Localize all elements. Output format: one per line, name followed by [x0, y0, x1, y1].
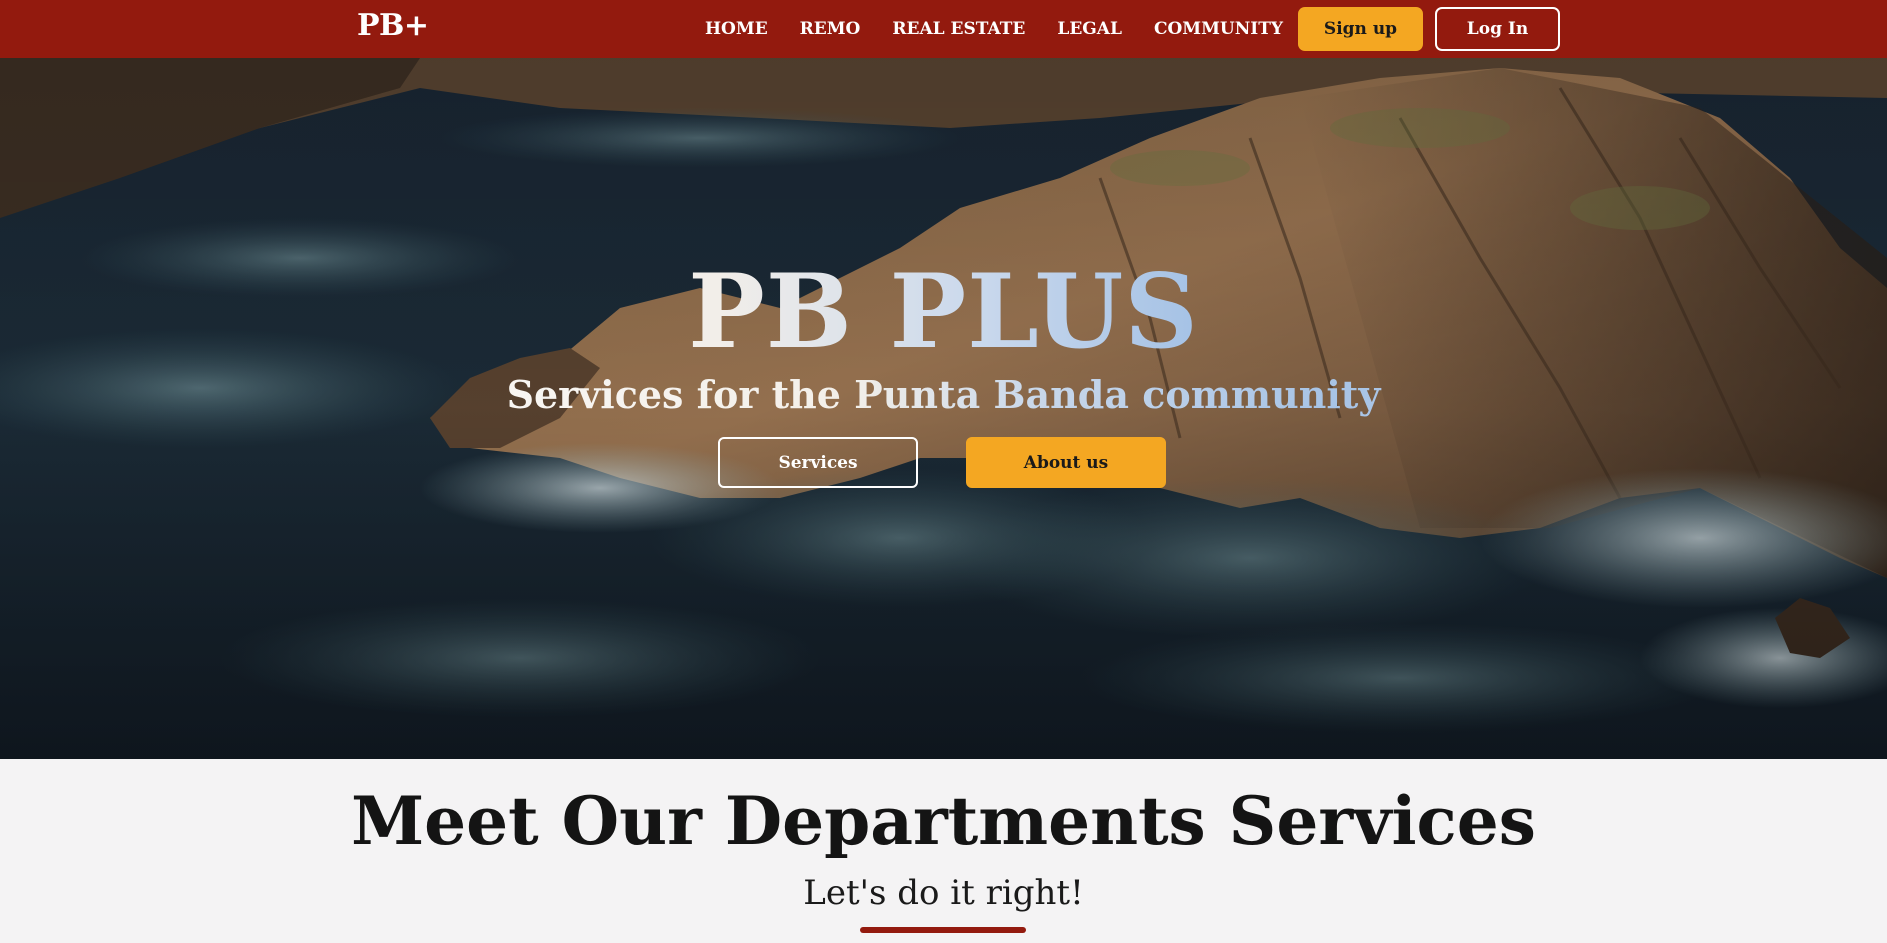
departments-title: Meet Our Departments Services — [351, 782, 1536, 860]
hero-section: PB PLUS Services for the Punta Banda com… — [0, 58, 1887, 759]
login-button[interactable]: Log In — [1435, 7, 1560, 51]
hero-title: PB PLUS — [0, 256, 1887, 368]
departments-section: Meet Our Departments Services Let's do i… — [0, 759, 1887, 943]
departments-subtitle: Let's do it right! — [803, 873, 1084, 913]
nav-link-real-estate[interactable]: REAL ESTATE — [892, 19, 1025, 39]
about-us-button[interactable]: About us — [966, 437, 1166, 488]
top-navbar: PB+ HOME REMO REAL ESTATE LEGAL COMMUNIT… — [0, 0, 1887, 58]
section-divider — [860, 927, 1026, 933]
nav-link-home[interactable]: HOME — [705, 19, 768, 39]
signup-button[interactable]: Sign up — [1298, 7, 1423, 51]
nav-link-community[interactable]: COMMUNITY — [1154, 19, 1283, 39]
services-button[interactable]: Services — [718, 437, 918, 488]
nav-link-legal[interactable]: LEGAL — [1057, 19, 1122, 39]
site-logo[interactable]: PB+ — [357, 8, 429, 43]
nav-link-remo[interactable]: REMO — [800, 19, 861, 39]
main-nav: HOME REMO REAL ESTATE LEGAL COMMUNITY — [705, 0, 1283, 58]
hero-subtitle: Services for the Punta Banda community — [0, 372, 1887, 417]
